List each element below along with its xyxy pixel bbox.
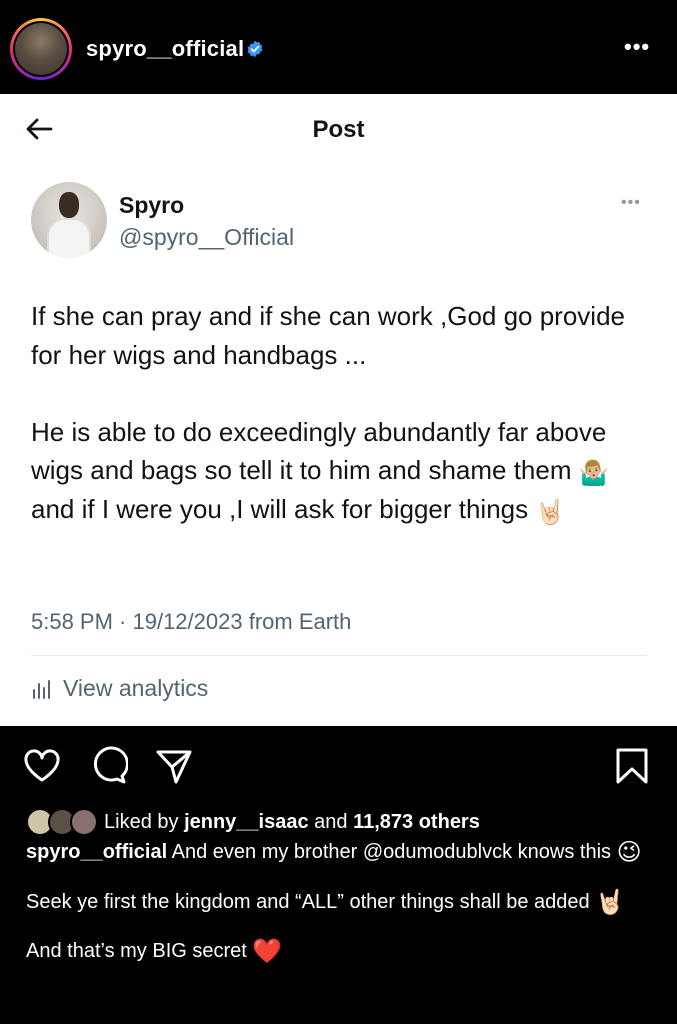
tweet-body: If she can pray and if she can work ,God… [31,297,651,528]
caption-line: And that’s my BIG secret ❤️ [26,939,656,964]
caption-text: Seek ye first the kingdom and “ALL” othe… [26,890,590,913]
avatar-photo [15,23,67,75]
view-analytics-link[interactable]: View analytics [31,675,208,702]
divider [31,655,647,656]
shrug-emoji-icon: 🤷🏼‍♂️ [578,460,609,487]
tweet-author-avatar[interactable] [31,182,107,258]
page-title: Post [312,116,365,143]
tweet-card: Post Spyro @spyro__Official ••• If she c… [0,94,677,726]
tweet-author-handle[interactable]: @spyro__Official [119,224,294,251]
likes-count[interactable]: 11,873 others [353,811,480,834]
likes-prefix: Liked by [104,810,179,833]
tweet-text: He is able to do exceedingly abundantly … [31,416,607,486]
heart-icon[interactable] [22,746,62,786]
caption-text: And that’s my BIG secret [26,940,247,962]
rock-on-emoji-icon: 🤘🏻 [595,888,626,916]
more-options-icon[interactable]: ••• [624,36,650,58]
caption-line: spyro__official And even my brother @odu… [26,840,656,865]
liker-avatars [26,808,100,836]
tweet-author-name[interactable]: Spyro [119,192,184,219]
liker-avatar [70,808,98,836]
profile-avatar[interactable] [10,18,72,80]
rock-on-emoji-icon: 🤘🏻 [535,498,566,526]
tweet-paragraph: He is able to do exceedingly abundantly … [31,413,651,529]
verified-badge-icon [247,40,263,58]
liker-username[interactable]: jenny__isaac [184,811,309,834]
tweet-timestamp: 5:58 PM · 19/12/2023 from Earth [31,609,352,634]
post-actions-bar [0,726,677,806]
caption-text: And even my brother @odumodublvck knows … [171,841,612,863]
share-icon[interactable] [154,746,194,786]
caption-line: Seek ye first the kingdom and “ALL” othe… [26,890,656,915]
avatar-head [59,192,79,218]
tweet-text: and if I were you ,I will ask for bigger… [31,493,529,524]
caption-username[interactable]: spyro__official [26,841,167,863]
post-caption: spyro__official And even my brother @odu… [26,840,656,964]
likes-middle: and [314,810,348,833]
bookmark-icon[interactable] [612,746,652,786]
tweet-text: If she can pray and if she can work ,God… [31,301,626,370]
analytics-bar-icon [33,679,50,699]
instagram-post-header: spyro__official ••• [0,0,677,94]
likes-summary[interactable]: Liked by jenny__isaac and 11,873 others [26,808,480,836]
red-heart-emoji-icon: ❤️ [252,938,283,965]
avatar-body [47,218,91,258]
tweet-paragraph: If she can pray and if she can work ,God… [31,297,651,374]
post-username[interactable]: spyro__official [86,36,244,62]
comment-icon[interactable] [88,746,128,786]
avatar-image [13,21,69,77]
tweet-more-icon[interactable]: ••• [621,194,641,212]
analytics-label: View analytics [63,675,209,701]
wink-emoji-icon: 😉 [616,839,642,866]
